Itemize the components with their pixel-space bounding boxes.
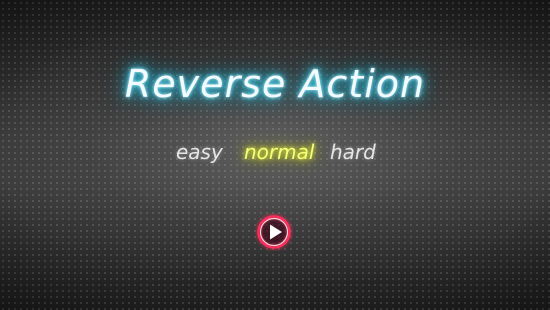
play-button[interactable] [255,213,293,251]
difficulty-easy-option[interactable]: easy [176,140,223,164]
difficulty-normal-option[interactable]: normal [244,140,314,164]
difficulty-selector: easy normal hard [0,140,550,172]
play-icon [257,215,291,249]
difficulty-hard-option[interactable]: hard [330,140,376,164]
game-menu-screen: Reverse Action easy normal hard [0,0,550,310]
game-title: Reverse Action [124,62,426,106]
